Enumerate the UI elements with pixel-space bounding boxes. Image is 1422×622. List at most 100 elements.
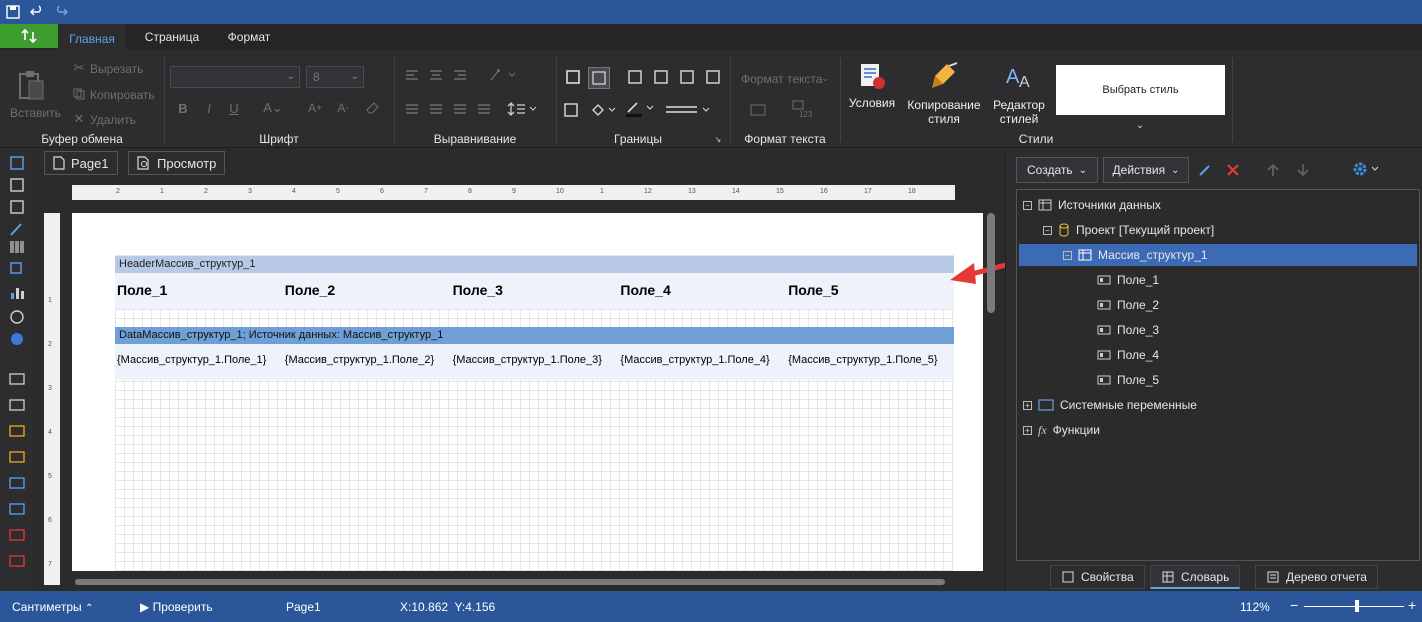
align-bottom-icon[interactable]	[452, 102, 468, 116]
tab-home[interactable]: Главная	[58, 24, 126, 50]
paste-button[interactable]: Вставить	[10, 106, 61, 120]
header-band-title[interactable]: HeaderМассив_структур_1	[115, 256, 954, 273]
text-component-icon[interactable]	[8, 155, 26, 171]
edit-icon[interactable]	[1198, 163, 1212, 177]
border-left-icon[interactable]	[652, 68, 670, 86]
align-top-icon[interactable]	[404, 102, 420, 116]
move-down-icon[interactable]	[1296, 162, 1310, 178]
eraser-icon[interactable]	[366, 100, 380, 116]
collapse-icon[interactable]: −	[1023, 200, 1032, 210]
conditions-icon[interactable]	[856, 60, 888, 92]
move-up-icon[interactable]	[1266, 162, 1280, 178]
band-data-icon[interactable]	[8, 527, 26, 543]
tab-page[interactable]: Страница	[136, 24, 208, 50]
header-cell[interactable]: Поле_2	[282, 273, 451, 309]
data-band[interactable]: {Массив_структур_1.Поле_1} {Массив_структ…	[115, 344, 954, 380]
tab-preview[interactable]: Просмотр	[128, 151, 226, 175]
bold-icon[interactable]: B	[176, 100, 190, 116]
paste-icon[interactable]	[14, 68, 48, 102]
underline-icon[interactable]: U	[227, 100, 241, 116]
style-editor-button[interactable]: Редактор стилей	[988, 98, 1050, 126]
shape-component-icon[interactable]	[8, 261, 26, 277]
band-report-title-icon[interactable]	[8, 371, 26, 387]
redo-icon[interactable]	[52, 3, 70, 21]
header-cell[interactable]: Поле_5	[786, 273, 954, 309]
tab-properties[interactable]: Свойства	[1050, 565, 1145, 589]
vertical-scrollbar[interactable]	[987, 213, 995, 313]
pen-icon[interactable]	[8, 221, 26, 237]
border-bottom-icon[interactable]	[678, 68, 696, 86]
undo-icon[interactable]	[28, 3, 46, 21]
font-color-icon[interactable]: A⌄	[262, 98, 284, 118]
units-selector[interactable]: Сантиметры ⌃	[12, 600, 93, 614]
gauge-icon[interactable]	[8, 309, 26, 325]
dialog-launcher-icon[interactable]: ↘	[714, 135, 722, 144]
data-cell[interactable]: {Массив_структур_1.Поле_1}	[115, 344, 283, 380]
data-cell[interactable]: {Массив_структур_1.Поле_5}	[786, 344, 954, 380]
map-icon[interactable]	[8, 331, 26, 347]
copy-button[interactable]: Копировать	[90, 88, 155, 102]
text-format-grid-icon[interactable]	[748, 102, 768, 118]
delete-icon[interactable]	[1226, 163, 1240, 177]
header-cell[interactable]: Поле_3	[450, 273, 619, 309]
font-size-select[interactable]: 8 ⌄	[306, 66, 364, 88]
tree-node-array[interactable]: − Массив_структур_1	[1019, 244, 1417, 266]
align-center-icon[interactable]	[428, 68, 444, 82]
band-group-icon[interactable]	[8, 553, 26, 569]
copy-style-icon[interactable]	[928, 60, 960, 92]
border-all-icon[interactable]	[564, 68, 582, 86]
expand-icon[interactable]: +	[1023, 400, 1032, 410]
band-page-footer-icon[interactable]	[8, 449, 26, 465]
tree-node-system-variables[interactable]: + Системные переменные	[1023, 394, 1197, 416]
italic-icon[interactable]: I	[202, 100, 216, 116]
border-style-icon[interactable]	[664, 101, 712, 119]
align-left-icon[interactable]	[404, 68, 420, 82]
chevron-down-icon[interactable]: ⌄	[1134, 120, 1146, 131]
tree-node-project[interactable]: − Проект [Текущий проект]	[1043, 219, 1214, 241]
tree-node-field[interactable]: Поле_1	[1097, 269, 1159, 291]
zoom-in-icon[interactable]: +	[1408, 597, 1416, 613]
number-format-icon[interactable]: 123	[790, 98, 816, 120]
copy-style-button[interactable]: Копирование стиля	[904, 98, 984, 126]
tree-node-field[interactable]: Поле_4	[1097, 344, 1159, 366]
text-direction-icon[interactable]	[488, 68, 518, 82]
image-component-icon[interactable]	[8, 199, 26, 215]
text-format-button[interactable]: Формат текста	[741, 72, 822, 86]
border-outside-icon[interactable]	[562, 101, 580, 119]
data-cell[interactable]: {Массив_структур_1.Поле_3}	[450, 344, 619, 380]
fill-color-icon[interactable]	[590, 101, 618, 119]
shrink-font-icon[interactable]: A-	[336, 100, 350, 116]
style-editor-icon[interactable]: AA	[1004, 60, 1036, 92]
choose-style-gallery[interactable]: Выбрать стиль	[1056, 65, 1225, 115]
border-color-icon[interactable]	[624, 99, 656, 119]
header-cell[interactable]: Поле_4	[618, 273, 787, 309]
delete-button[interactable]: Удалить	[90, 113, 136, 127]
band-header-icon[interactable]	[8, 475, 26, 491]
tree-node-data-sources[interactable]: − Источники данных	[1023, 194, 1161, 216]
settings-icon[interactable]	[1352, 161, 1382, 177]
border-none-icon[interactable]	[588, 67, 610, 89]
horizontal-scrollbar[interactable]	[75, 579, 945, 585]
data-band-title[interactable]: DataМассив_структур_1; Источник данных: …	[115, 327, 954, 344]
align-right-icon[interactable]	[452, 68, 468, 82]
data-cell[interactable]: {Массив_структур_1.Поле_4}	[618, 344, 787, 380]
border-right-icon[interactable]	[704, 68, 722, 86]
header-band[interactable]: Поле_1 Поле_2 Поле_3 Поле_4 Поле_5	[115, 273, 954, 309]
border-top-icon[interactable]	[626, 68, 644, 86]
tab-dictionary[interactable]: Словарь	[1150, 565, 1241, 589]
tree-node-field[interactable]: Поле_3	[1097, 319, 1159, 341]
collapse-icon[interactable]: −	[1043, 225, 1052, 235]
align-middle-icon[interactable]	[428, 102, 444, 116]
expand-icon[interactable]: +	[1023, 425, 1032, 435]
save-icon[interactable]	[4, 3, 22, 21]
tab-report-tree[interactable]: Дерево отчета	[1255, 565, 1378, 589]
band-report-summary-icon[interactable]	[8, 397, 26, 413]
zoom-out-icon[interactable]: −	[1290, 597, 1298, 613]
data-cell[interactable]: {Массив_структур_1.Поле_2}	[282, 344, 451, 380]
header-cell[interactable]: Поле_1	[115, 273, 283, 309]
justify-icon[interactable]	[476, 102, 492, 116]
band-page-header-icon[interactable]	[8, 423, 26, 439]
cut-button[interactable]: Вырезать	[90, 62, 143, 76]
collapse-icon[interactable]: −	[1063, 250, 1072, 260]
grow-font-icon[interactable]: A +	[308, 100, 322, 116]
